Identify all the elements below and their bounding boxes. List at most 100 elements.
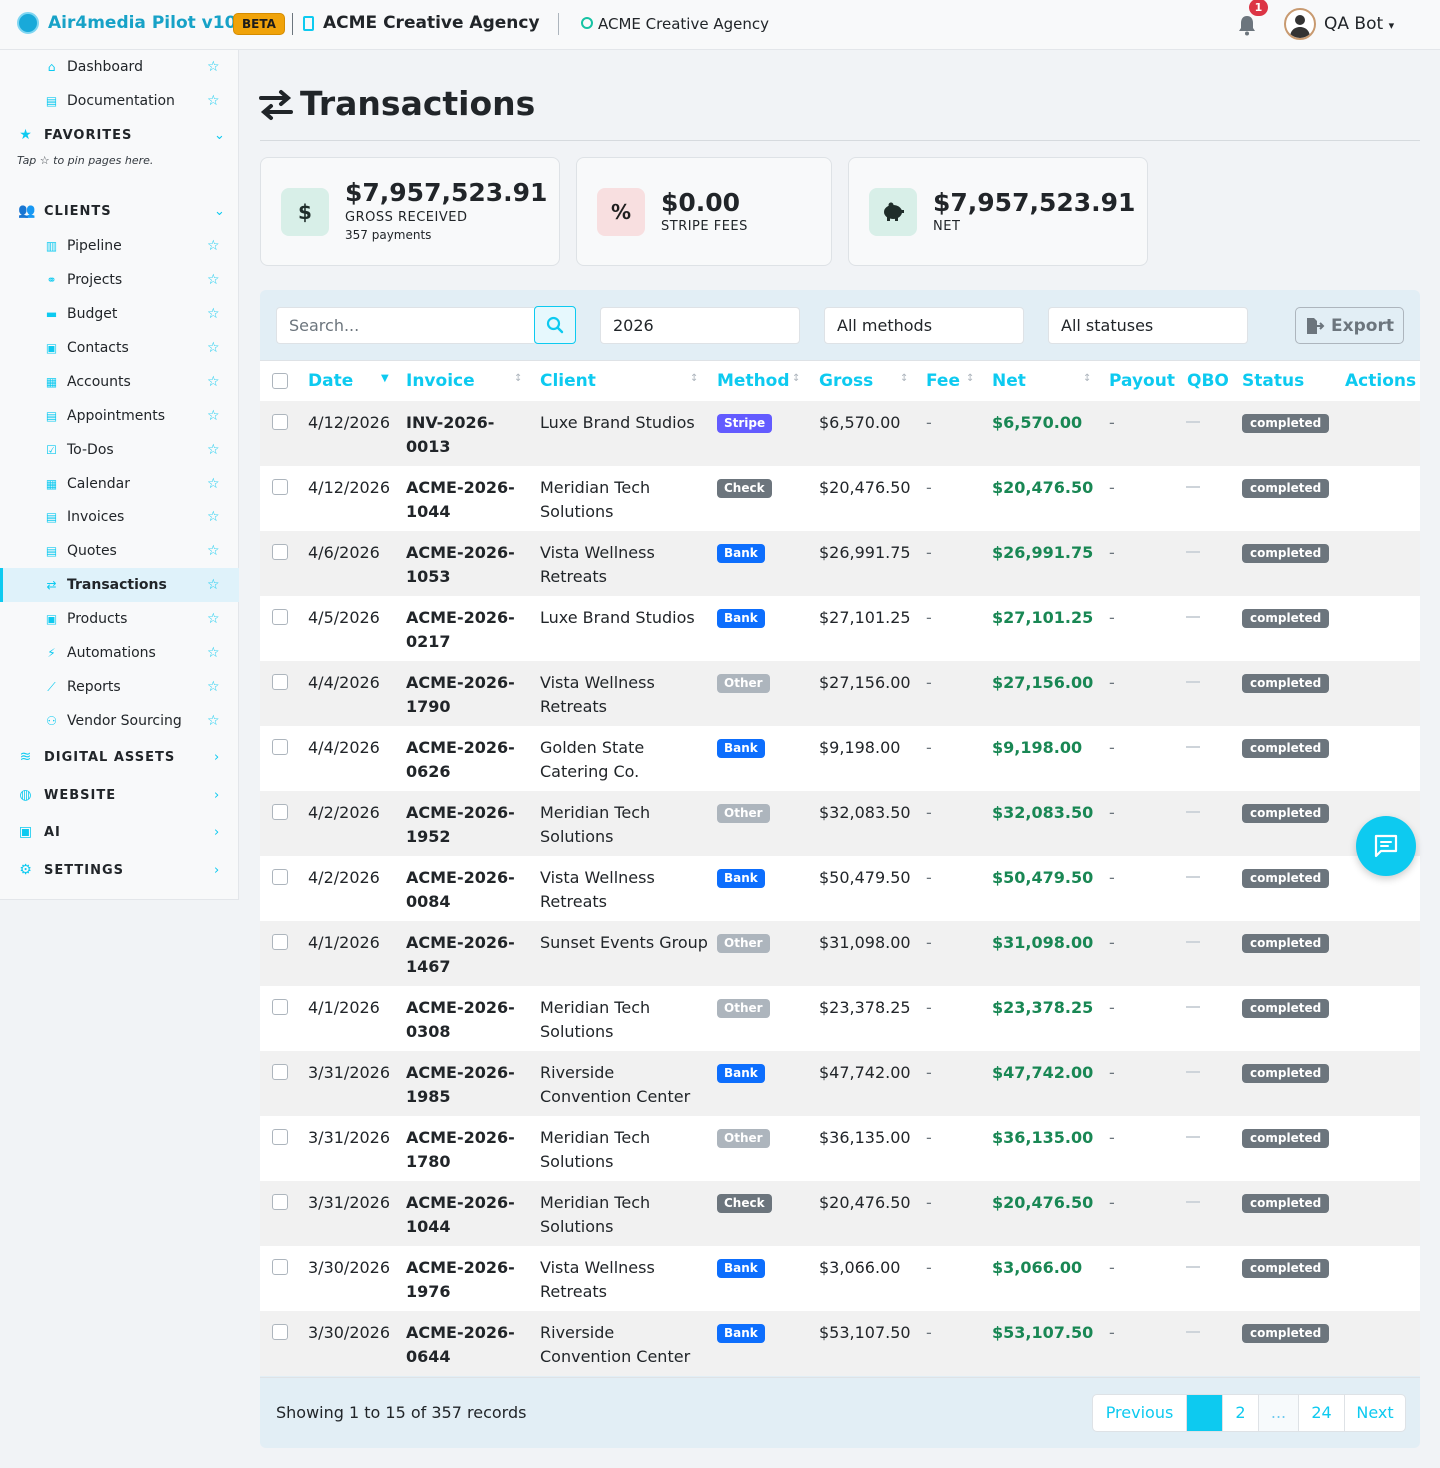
table-row[interactable]: 4/5/2026 ACME-2026-0217 Luxe Brand Studios… xyxy=(260,596,1420,661)
star-icon[interactable]: ☆ xyxy=(207,543,220,559)
star-icon[interactable]: ☆ xyxy=(207,645,220,661)
column-header-method[interactable]: Method xyxy=(717,371,790,391)
cell-client[interactable]: Sunset Events Group xyxy=(540,931,710,955)
row-checkbox[interactable] xyxy=(272,1064,288,1080)
row-checkbox[interactable] xyxy=(272,1194,288,1210)
star-icon[interactable]: ☆ xyxy=(207,679,220,695)
cell-client[interactable]: Meridian Tech Solutions xyxy=(540,1126,710,1174)
table-row[interactable]: 4/1/2026 ACME-2026-0308 Meridian Tech Solu… xyxy=(260,986,1420,1051)
cell-invoice[interactable]: ACME-2026-1985 xyxy=(406,1061,531,1109)
sidebar-item-to-dos[interactable]: ☑ To-Dos ☆ xyxy=(0,433,239,467)
sidebar-item-projects[interactable]: ⚭ Projects ☆ xyxy=(0,263,239,297)
table-row[interactable]: 3/31/2026 ACME-2026-1985 Riverside Convent… xyxy=(260,1051,1420,1116)
sidebar-section-digital-assets[interactable]: ≋ DIGITAL ASSETS › xyxy=(0,740,239,774)
cell-invoice[interactable]: ACME-2026-0308 xyxy=(406,996,531,1044)
row-checkbox[interactable] xyxy=(272,479,288,495)
column-header-gross[interactable]: Gross xyxy=(819,371,873,391)
select-all-checkbox[interactable] xyxy=(272,373,288,389)
cell-invoice[interactable]: ACME-2026-0626 xyxy=(406,736,531,784)
row-checkbox[interactable] xyxy=(272,999,288,1015)
star-icon[interactable]: ☆ xyxy=(207,713,220,729)
table-row[interactable]: 3/30/2026 ACME-2026-0644 Riverside Convent… xyxy=(260,1311,1420,1376)
cell-client[interactable]: Luxe Brand Studios xyxy=(540,606,710,630)
cell-invoice[interactable]: ACME-2026-0084 xyxy=(406,866,531,914)
cell-client[interactable]: Vista Wellness Retreats xyxy=(540,1256,710,1304)
cell-client[interactable]: Vista Wellness Retreats xyxy=(540,866,710,914)
app-logo-icon[interactable] xyxy=(17,12,39,34)
row-checkbox[interactable] xyxy=(272,934,288,950)
column-header-invoice[interactable]: Invoice xyxy=(406,371,475,391)
star-icon[interactable]: ☆ xyxy=(207,340,220,356)
row-checkbox[interactable] xyxy=(272,544,288,560)
row-checkbox[interactable] xyxy=(272,609,288,625)
notification-bell-icon[interactable] xyxy=(1237,14,1257,36)
cell-client[interactable]: Meridian Tech Solutions xyxy=(540,801,710,849)
table-row[interactable]: 4/12/2026 ACME-2026-1044 Meridian Tech Sol… xyxy=(260,466,1420,531)
user-avatar[interactable] xyxy=(1284,8,1316,40)
star-icon[interactable]: ☆ xyxy=(207,509,220,525)
column-header-net[interactable]: Net xyxy=(992,371,1026,391)
sidebar-item-automations[interactable]: ⚡ Automations ☆ xyxy=(0,636,239,670)
cell-client[interactable]: Vista Wellness Retreats xyxy=(540,541,710,589)
sidebar-item-accounts[interactable]: ▦ Accounts ☆ xyxy=(0,365,239,399)
cell-invoice[interactable]: ACME-2026-1053 xyxy=(406,541,531,589)
page-24-button[interactable]: 24 xyxy=(1298,1395,1344,1431)
star-icon[interactable]: ☆ xyxy=(207,374,220,390)
sidebar-item-documentation[interactable]: ▤ Documentation ☆ xyxy=(0,84,239,118)
cell-client[interactable]: Luxe Brand Studios xyxy=(540,411,710,435)
star-icon[interactable]: ☆ xyxy=(207,408,220,424)
sidebar-item-reports[interactable]: ⟋ Reports ☆ xyxy=(0,670,239,704)
cell-invoice[interactable]: INV-2026-0013 xyxy=(406,411,531,459)
year-select[interactable]: 2026 xyxy=(600,307,800,344)
app-name-link[interactable]: Air4media Pilot v10 xyxy=(48,13,236,33)
table-row[interactable]: 4/2/2026 ACME-2026-1952 Meridian Tech Solu… xyxy=(260,791,1420,856)
row-checkbox[interactable] xyxy=(272,1129,288,1145)
status-select[interactable]: All statuses xyxy=(1048,307,1248,344)
table-row[interactable]: 4/4/2026 ACME-2026-0626 Golden State Cater… xyxy=(260,726,1420,791)
next-page-button[interactable]: Next xyxy=(1344,1395,1405,1431)
cell-invoice[interactable]: ACME-2026-1467 xyxy=(406,931,531,979)
sidebar-item-vendor-sourcing[interactable]: ⚇ Vendor Sourcing ☆ xyxy=(0,704,239,738)
sidebar-item-contacts[interactable]: ▣ Contacts ☆ xyxy=(0,331,239,365)
sidebar-section-favorites[interactable]: ★ FAVORITES ⌄ xyxy=(0,118,239,152)
cell-invoice[interactable]: ACME-2026-1044 xyxy=(406,1191,531,1239)
cell-invoice[interactable]: ACME-2026-1976 xyxy=(406,1256,531,1304)
table-row[interactable]: 4/6/2026 ACME-2026-1053 Vista Wellness Ret… xyxy=(260,531,1420,596)
sidebar-item-calendar[interactable]: ▦ Calendar ☆ xyxy=(0,467,239,501)
cell-client[interactable]: Meridian Tech Solutions xyxy=(540,1191,710,1239)
column-header-date[interactable]: Date xyxy=(308,371,353,391)
cell-invoice[interactable]: ACME-2026-1952 xyxy=(406,801,531,849)
sidebar-item-pipeline[interactable]: ▥ Pipeline ☆ xyxy=(0,229,239,263)
star-icon[interactable]: ☆ xyxy=(207,93,220,109)
cell-invoice[interactable]: ACME-2026-1780 xyxy=(406,1126,531,1174)
organization-switcher[interactable]: ACME Creative Agency xyxy=(598,15,769,33)
star-icon[interactable]: ☆ xyxy=(207,577,220,593)
sidebar-item-transactions[interactable]: ⇄ Transactions ☆ xyxy=(0,568,239,602)
star-icon[interactable]: ☆ xyxy=(207,442,220,458)
row-checkbox[interactable] xyxy=(272,869,288,885)
cell-client[interactable]: Riverside Convention Center xyxy=(540,1061,710,1109)
cell-client[interactable]: Meridian Tech Solutions xyxy=(540,996,710,1044)
user-menu-toggle[interactable]: QA Bot ▾ xyxy=(1324,14,1394,34)
star-icon[interactable]: ☆ xyxy=(207,59,220,75)
sidebar-section-ai[interactable]: ▣ AI › xyxy=(0,815,239,849)
search-input[interactable]: Search... xyxy=(276,307,534,344)
column-header-client[interactable]: Client xyxy=(540,371,596,391)
page-2-button[interactable]: 2 xyxy=(1222,1395,1258,1431)
cell-client[interactable]: Meridian Tech Solutions xyxy=(540,476,710,524)
row-checkbox[interactable] xyxy=(272,674,288,690)
sidebar-section-clients[interactable]: 👥 CLIENTS ⌄ xyxy=(0,194,239,228)
previous-page-button[interactable]: Previous xyxy=(1093,1395,1186,1431)
table-row[interactable]: 3/31/2026 ACME-2026-1780 Meridian Tech Sol… xyxy=(260,1116,1420,1181)
sidebar-section-website[interactable]: ◍ WEBSITE › xyxy=(0,778,239,812)
row-checkbox[interactable] xyxy=(272,414,288,430)
sidebar-section-settings[interactable]: ⚙ SETTINGS › xyxy=(0,853,239,887)
sidebar-item-dashboard[interactable]: ⌂ Dashboard ☆ xyxy=(0,50,239,84)
table-row[interactable]: 4/1/2026 ACME-2026-1467 Sunset Events Grou… xyxy=(260,921,1420,986)
method-select[interactable]: All methods xyxy=(824,307,1024,344)
sidebar-item-budget[interactable]: ▬ Budget ☆ xyxy=(0,297,239,331)
table-row[interactable]: 4/4/2026 ACME-2026-1790 Vista Wellness Ret… xyxy=(260,661,1420,726)
star-icon[interactable]: ☆ xyxy=(207,238,220,254)
row-checkbox[interactable] xyxy=(272,1259,288,1275)
cell-invoice[interactable]: ACME-2026-1044 xyxy=(406,476,531,524)
